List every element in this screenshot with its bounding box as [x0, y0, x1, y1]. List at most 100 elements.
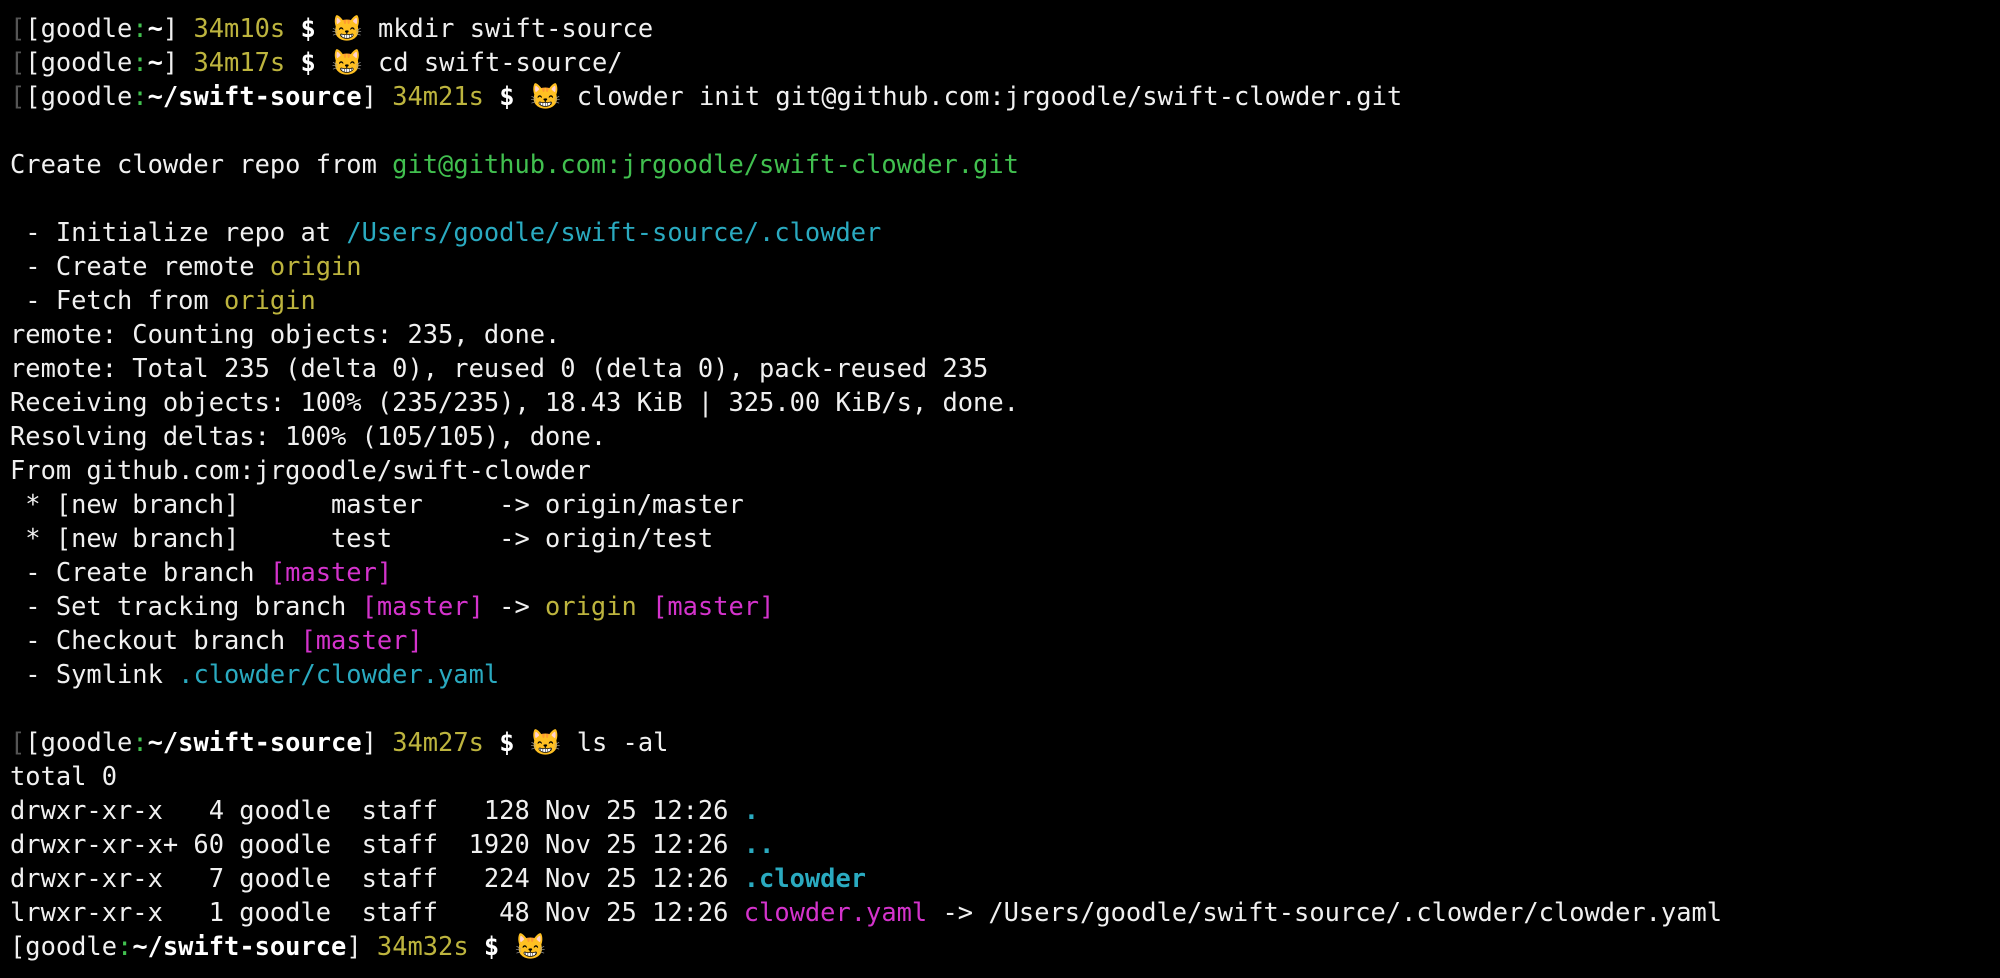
- terminal-text: ->: [483, 591, 546, 621]
- terminal-text: $: [483, 81, 530, 111]
- terminal-text: .clowder: [743, 863, 867, 893]
- terminal-line: [goodle:~/swift-source] 34m32s $ 😸: [10, 929, 1990, 963]
- terminal-text: ~/swift-source: [147, 81, 362, 111]
- terminal-text: ~/swift-source: [132, 931, 347, 961]
- terminal-line: total 0: [10, 759, 1990, 793]
- terminal-text: Receiving objects: 100% (235/235), 18.43…: [10, 387, 1019, 417]
- terminal-text: [master]: [269, 557, 393, 587]
- terminal-text: - Fetch from: [10, 285, 225, 315]
- grinning-cat-icon: 😸: [529, 81, 562, 111]
- terminal-line: [[goodle:~] 34m10s $ 😸 mkdir swift-sourc…: [10, 11, 1990, 45]
- terminal-output[interactable]: [[goodle:~] 34m10s $ 😸 mkdir swift-sourc…: [10, 11, 1990, 963]
- terminal-line: - Checkout branch [master]: [10, 623, 1990, 657]
- terminal-text: [goodle: [25, 13, 133, 43]
- terminal-text: .: [743, 795, 760, 825]
- terminal-text: origin: [545, 591, 637, 621]
- terminal-text: git@github.com:jrgoodle/swift-clowder.gi…: [392, 149, 1019, 179]
- terminal-text: lrwxr-xr-x 1 goodle staff 48 Nov 25 12:2…: [10, 897, 744, 927]
- terminal-text: $: [285, 47, 332, 77]
- terminal-text: From github.com:jrgoodle/swift-clowder: [10, 455, 591, 485]
- terminal-text: drwxr-xr-x 4 goodle staff 128 Nov 25 12:…: [10, 795, 744, 825]
- terminal-line: - Set tracking branch [master] -> origin…: [10, 589, 1990, 623]
- grinning-cat-icon: 😸: [529, 727, 562, 757]
- terminal-line: lrwxr-xr-x 1 goodle staff 48 Nov 25 12:2…: [10, 895, 1990, 929]
- terminal-text: :: [132, 47, 148, 77]
- terminal-text: ]: [361, 81, 393, 111]
- terminal-text: ]: [361, 727, 393, 757]
- terminal-text: origin: [269, 251, 362, 281]
- terminal-text: - Checkout branch: [10, 625, 301, 655]
- terminal-text: clowder init git@github.com:jrgoodle/swi…: [561, 81, 1403, 111]
- terminal-text: ~: [147, 47, 163, 77]
- terminal-text: .clowder/clowder.yaml: [178, 659, 500, 689]
- terminal-text: remote: Total 235 (delta 0), reused 0 (d…: [10, 353, 989, 383]
- terminal-line: [[goodle:~/swift-source] 34m27s $ 😸 ls -…: [10, 725, 1990, 759]
- terminal-text: ]: [346, 931, 377, 961]
- terminal-text: [: [10, 13, 26, 43]
- terminal-line: - Initialize repo at /Users/goodle/swift…: [10, 215, 1990, 249]
- terminal-text: ~/swift-source: [147, 727, 362, 757]
- terminal-text: [goodle: [25, 81, 133, 111]
- terminal-text: [master]: [361, 591, 484, 621]
- terminal-text: 34m27s: [392, 727, 484, 757]
- terminal-text: - Create branch: [10, 557, 270, 587]
- terminal-text: cd swift-source/: [362, 47, 623, 77]
- terminal-line: Receiving objects: 100% (235/235), 18.43…: [10, 385, 1990, 419]
- terminal-line: drwxr-xr-x+ 60 goodle staff 1920 Nov 25 …: [10, 827, 1990, 861]
- terminal-text: ]: [162, 47, 194, 77]
- terminal-text: mkdir swift-source: [362, 13, 654, 43]
- terminal-text: ]: [162, 13, 194, 43]
- terminal-line: remote: Total 235 (delta 0), reused 0 (d…: [10, 351, 1990, 385]
- terminal-text: [: [10, 47, 26, 77]
- terminal-text: -> /Users/goodle/swift-source/.clowder/c…: [927, 897, 1723, 927]
- terminal-line: remote: Counting objects: 235, done.: [10, 317, 1990, 351]
- terminal-text: 34m32s: [376, 931, 469, 961]
- terminal-text: ..: [743, 829, 775, 859]
- terminal-text: [goodle: [25, 727, 133, 757]
- terminal-text: - Set tracking branch: [10, 591, 362, 621]
- terminal-text: total 0: [10, 761, 118, 791]
- terminal-text: :: [132, 727, 148, 757]
- terminal-text: $: [285, 13, 332, 43]
- terminal-line: - Fetch from origin: [10, 283, 1990, 317]
- terminal-text: :: [132, 81, 148, 111]
- terminal-text: [: [10, 727, 26, 757]
- terminal-text: remote: Counting objects: 235, done.: [10, 319, 561, 349]
- terminal-line: - Create branch [master]: [10, 555, 1990, 589]
- terminal-line: * [new branch] test -> origin/test: [10, 521, 1990, 555]
- terminal-text: * [new branch] master -> origin/master: [10, 489, 744, 519]
- terminal-text: origin: [224, 285, 316, 315]
- terminal-text: $: [468, 931, 515, 961]
- terminal-text: ls -al: [561, 727, 669, 757]
- terminal-text: - Initialize repo at: [10, 217, 347, 247]
- terminal-text: [goodle: [25, 47, 133, 77]
- terminal-line: * [new branch] master -> origin/master: [10, 487, 1990, 521]
- terminal-text: clowder.yaml: [743, 897, 928, 927]
- terminal-text: /Users/goodle/swift-source/.clowder: [346, 217, 882, 247]
- terminal-text: * [new branch] test -> origin/test: [10, 523, 714, 553]
- terminal-text: [goodle: [10, 931, 118, 961]
- terminal-line: Resolving deltas: 100% (105/105), done.: [10, 419, 1990, 453]
- terminal-line: - Symlink .clowder/clowder.yaml: [10, 657, 1990, 691]
- terminal-line: From github.com:jrgoodle/swift-clowder: [10, 453, 1990, 487]
- terminal-text: [master]: [652, 591, 775, 621]
- terminal-text: :: [117, 931, 133, 961]
- terminal-line: drwxr-xr-x 7 goodle staff 224 Nov 25 12:…: [10, 861, 1990, 895]
- grinning-cat-icon: 😸: [331, 13, 363, 43]
- terminal-text: Create clowder repo from: [10, 149, 393, 179]
- terminal-text: $: [483, 727, 530, 757]
- terminal-line: - Create remote origin: [10, 249, 1990, 283]
- grinning-cat-icon: 😸: [514, 931, 547, 961]
- terminal-text: [master]: [300, 625, 423, 655]
- terminal-text: Resolving deltas: 100% (105/105), done.: [10, 421, 607, 451]
- terminal-text: 34m21s: [392, 81, 484, 111]
- terminal-line: drwxr-xr-x 4 goodle staff 128 Nov 25 12:…: [10, 793, 1990, 827]
- terminal-line: [[goodle:~] 34m17s $ 😸 cd swift-source/: [10, 45, 1990, 79]
- grinning-cat-icon: 😸: [331, 47, 363, 77]
- terminal-text: drwxr-xr-x+ 60 goodle staff 1920 Nov 25 …: [10, 829, 744, 859]
- terminal-line: Create clowder repo from git@github.com:…: [10, 147, 1990, 181]
